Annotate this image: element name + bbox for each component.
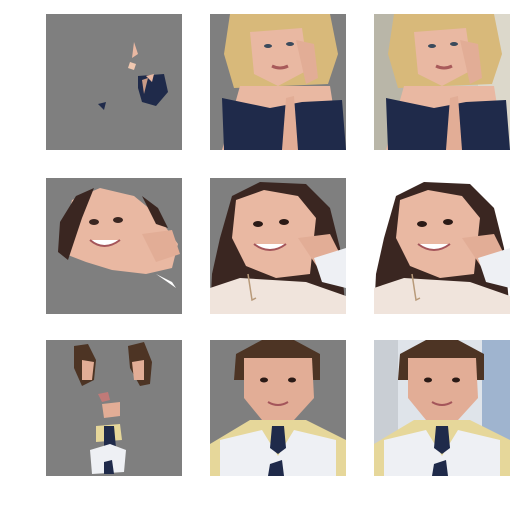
row1-original-panel [374, 14, 510, 150]
row3-masked-panel [46, 340, 182, 476]
row1-segmented-panel [210, 14, 346, 150]
row1-masked-panel [46, 14, 182, 150]
row2-masked-panel [46, 178, 182, 314]
row2-original-panel [374, 178, 510, 314]
row2-segmented-panel [210, 178, 346, 314]
row3-segmented-panel [210, 340, 346, 476]
row3-original-panel [374, 340, 510, 476]
image-grid [0, 0, 520, 510]
